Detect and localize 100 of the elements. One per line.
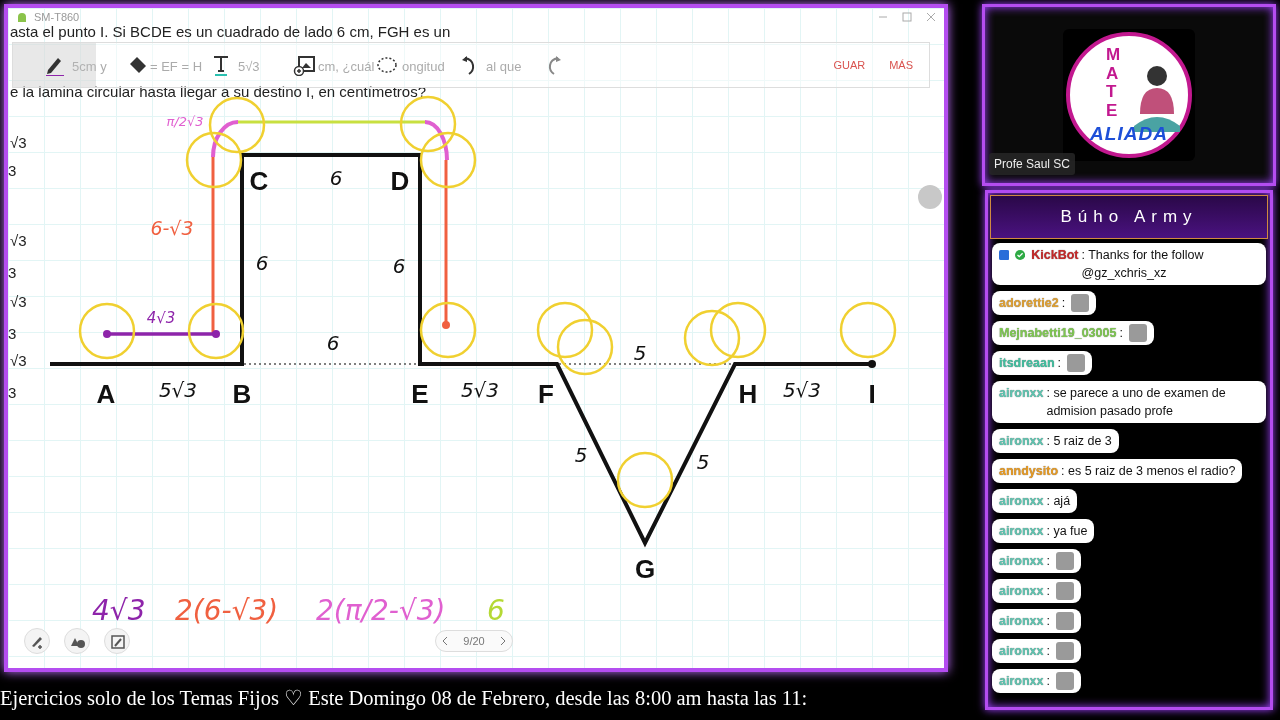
vertex-label: C [249, 166, 269, 196]
chat-username: aironxx [999, 643, 1044, 660]
question-text: = EF = H [150, 59, 203, 74]
handwritten-calculation: 4√3 [92, 594, 146, 627]
shapes-button[interactable] [64, 628, 90, 654]
fraction-numerator: √3 [10, 293, 27, 310]
vertex-label: I [868, 379, 876, 409]
chat-username: aironxx [999, 385, 1044, 402]
fraction-denominator: 3 [8, 325, 17, 342]
window-title: SM-T860 [34, 11, 80, 23]
wheel-circle [78, 302, 136, 360]
text-box-button[interactable] [104, 628, 130, 654]
chat-message-text: : [1046, 613, 1050, 630]
chat-username: aironxx [999, 553, 1044, 570]
chat-username: itsdreaan [999, 355, 1055, 372]
vertex-label: F [538, 379, 554, 409]
wheel-circle [616, 451, 674, 509]
wheel-circle [709, 301, 767, 359]
handwritten-note: 6-√3 [150, 217, 194, 239]
fraction-numerator: √3 [10, 232, 27, 249]
chat-message-text: : Thanks for the follow @gz_xchris_xz [1081, 247, 1205, 282]
handwritten-calculation: 2(6-√3) [175, 594, 279, 627]
logo-text: ALIADA [1089, 121, 1169, 146]
chat-message-text: : [1046, 553, 1050, 570]
vertex-label: D [390, 166, 410, 196]
question-text: al que [486, 59, 522, 74]
fraction-denominator: 3 [8, 162, 17, 179]
pen-settings-button[interactable] [24, 628, 50, 654]
chat-message-text: : [1046, 643, 1050, 660]
length-label: 5√3 [158, 378, 198, 402]
chat-username: aironxx [999, 673, 1044, 690]
handwritten-note: π/2√3 [166, 114, 204, 129]
emote-placeholder [1055, 612, 1074, 630]
length-label: 6 [326, 331, 340, 355]
emote-placeholder [1055, 642, 1074, 660]
arc-segment [211, 120, 239, 158]
wheel-circle [185, 131, 243, 189]
chat-message-text: : es 5 raiz de 3 menos el radio? [1061, 463, 1236, 480]
fraction-denominator: 3 [8, 264, 17, 281]
edit-box-icon [108, 632, 126, 650]
fraction-denominator: 3 [8, 384, 17, 401]
end-point [868, 360, 876, 368]
chat-username: KickBot [1031, 247, 1079, 264]
app-icon [16, 11, 28, 23]
length-label: 5 [696, 450, 710, 474]
wheel-circle [683, 309, 741, 367]
question-text: 5√3 [238, 59, 260, 74]
emote-placeholder [1128, 324, 1147, 342]
emote-placeholder [1055, 672, 1074, 690]
chat-username: adorettie2 [999, 295, 1059, 312]
wheel-circle [556, 318, 614, 376]
question-text: e la lamina circular hasta llegar a su destino I, en centímetros? [10, 83, 427, 100]
toolbar-action[interactable]: MÁS [883, 54, 919, 76]
chat-message-text: : [1046, 673, 1050, 690]
chat-title: Búho Army [990, 195, 1268, 239]
pen-tool-button[interactable] [13, 43, 96, 87]
emote-placeholder [1067, 354, 1086, 372]
verified-check-icon [1015, 249, 1026, 261]
question-text: ongitud [402, 59, 445, 74]
vertex-label: B [232, 379, 252, 409]
handwritten-calculation: 6 [487, 594, 505, 627]
length-label: 6 [255, 251, 269, 275]
length-label: 5√3 [782, 378, 822, 402]
chat-message-text: : ajá [1046, 493, 1071, 510]
scroll-handle[interactable] [918, 185, 942, 209]
chat-username: Mejnabetti19_03005 [999, 325, 1117, 342]
wheel-circle [419, 301, 477, 359]
chat-username: aironxx [999, 583, 1044, 600]
chat-message-text: : [1046, 583, 1050, 600]
news-ticker: Ejercicios solo de los Temas Fijos ♡ Este Domingo 08 de Febrero, desde las 8:00 am hasta las 11: [0, 686, 809, 711]
length-label: 5 [633, 341, 647, 365]
toolbar-action[interactable]: GUAR [827, 54, 872, 76]
logo-text: MATE [1106, 46, 1122, 121]
length-label: 5 [574, 443, 588, 467]
handwritten-calculation: 2(π/2-√3) [316, 594, 446, 627]
emote-placeholder [1055, 552, 1074, 570]
question-text: cm, ¿cuál [318, 59, 375, 74]
vertex-label: A [96, 379, 116, 409]
question-text: asta el punto I. Si BCDE es un cuadrado de lado 6 cm, FGH es un [10, 23, 451, 40]
length-label: 6 [329, 166, 343, 190]
fraction-numerator: √3 [10, 352, 27, 369]
vertex-label: H [738, 379, 758, 409]
chat-username: aironxx [999, 613, 1044, 630]
chat-message-text: : [1119, 325, 1123, 342]
page-number: 9/20 [463, 633, 485, 649]
streamer-name: Profe Saul SC [989, 153, 1076, 175]
chat-message-text: : se parece a uno de examen de admision pasado profe [1046, 385, 1227, 420]
image-add-icon [292, 54, 315, 76]
chat-message-text: : [1061, 295, 1066, 312]
vertex-label: E [411, 379, 429, 409]
chevron-right-icon[interactable] [499, 636, 507, 646]
close-icon[interactable] [926, 12, 936, 22]
wheel-circle [187, 302, 245, 360]
length-label: 6 [392, 254, 406, 278]
chevron-left-icon[interactable] [441, 636, 449, 646]
chat-message-text: : ya fue [1046, 523, 1088, 540]
fraction-numerator: √3 [10, 134, 27, 151]
wheel-circle [536, 301, 594, 359]
wheel-circle [839, 301, 897, 359]
chat-message-text: : [1057, 355, 1062, 372]
